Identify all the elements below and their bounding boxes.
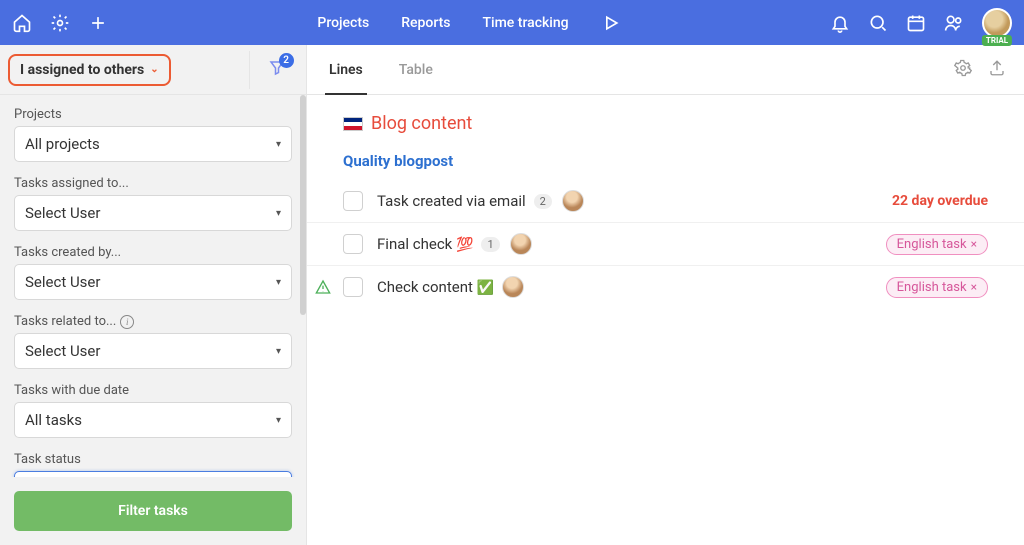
chevron-down-icon: ⌄ <box>150 64 158 75</box>
task-tag[interactable]: English task× <box>886 277 988 298</box>
field-label: Tasks created by... <box>14 245 292 260</box>
filter-scope-dropdown[interactable]: I assigned to others ⌄ <box>8 54 171 86</box>
task-row[interactable]: Task created via email 2 22 day overdue <box>307 180 1024 223</box>
play-icon[interactable] <box>601 13 621 33</box>
warning-icon <box>315 279 331 295</box>
emoji-icon: ✅ <box>477 280 494 296</box>
field-label: Projects <box>14 107 292 122</box>
tabs-row: Lines Table <box>307 45 1024 95</box>
related-to-select[interactable]: Select User▾ <box>14 333 292 369</box>
project-name: Blog content <box>371 113 472 134</box>
task-count-badge: 2 <box>534 194 552 209</box>
assigned-to-select[interactable]: Select User▾ <box>14 195 292 231</box>
search-icon[interactable] <box>868 13 888 33</box>
created-by-select[interactable]: Select User▾ <box>14 264 292 300</box>
emoji-icon: 💯 <box>456 237 473 253</box>
tab-lines[interactable]: Lines <box>325 45 367 94</box>
field-label: Tasks with due date <box>14 383 292 398</box>
caret-icon: ▾ <box>276 139 281 150</box>
users-icon[interactable] <box>944 13 964 33</box>
caret-icon: ▾ <box>276 208 281 219</box>
task-name: Task created via email <box>377 192 526 210</box>
filter-tasks-button[interactable]: Filter tasks <box>14 491 292 531</box>
task-row[interactable]: Final check 💯 1 English task× <box>307 223 1024 266</box>
field-label: Tasks related to...i <box>14 314 292 329</box>
main-panel: Lines Table Blog content Quality blogpos… <box>307 45 1024 545</box>
nav-projects[interactable]: Projects <box>317 15 369 31</box>
caret-icon: ▾ <box>276 277 281 288</box>
filter-scope-label: I assigned to others <box>20 62 144 78</box>
nav-time-tracking[interactable]: Time tracking <box>483 15 569 31</box>
user-avatar[interactable]: TRIAL <box>982 8 1012 38</box>
task-tag[interactable]: English task× <box>886 234 988 255</box>
task-count-badge: 1 <box>481 237 499 252</box>
filter-count-badge: 2 <box>279 53 294 68</box>
task-name: Final check 💯 <box>377 235 473 253</box>
due-date-select[interactable]: All tasks▾ <box>14 402 292 438</box>
divider <box>249 51 250 89</box>
assignee-avatar[interactable] <box>502 276 524 298</box>
flag-icon <box>343 117 363 131</box>
export-icon[interactable] <box>988 59 1006 81</box>
assignee-avatar[interactable] <box>562 190 584 212</box>
project-title[interactable]: Blog content <box>343 113 988 134</box>
task-name: Check content ✅ <box>377 278 494 296</box>
group-title[interactable]: Quality blogpost <box>343 152 988 170</box>
calendar-icon[interactable] <box>906 13 926 33</box>
field-label: Tasks assigned to... <box>14 176 292 191</box>
top-bar: Projects Reports Time tracking TRIAL <box>0 0 1024 45</box>
task-checkbox[interactable] <box>343 191 363 211</box>
settings-icon[interactable] <box>954 59 972 81</box>
projects-select[interactable]: All projects▾ <box>14 126 292 162</box>
task-checkbox[interactable] <box>343 234 363 254</box>
task-status-select[interactable]: Incomplete tasks▾ <box>14 471 292 477</box>
home-icon[interactable] <box>12 13 32 33</box>
task-checkbox[interactable] <box>343 277 363 297</box>
gear-icon[interactable] <box>50 13 70 33</box>
filter-sidebar: I assigned to others ⌄ 2 Projects All pr… <box>0 45 307 545</box>
caret-icon: ▾ <box>276 415 281 426</box>
assignee-avatar[interactable] <box>510 233 532 255</box>
trial-badge: TRIAL <box>982 35 1012 46</box>
field-label: Task status <box>14 452 292 467</box>
nav-reports[interactable]: Reports <box>401 15 450 31</box>
remove-tag-icon[interactable]: × <box>971 280 977 294</box>
plus-icon[interactable] <box>88 13 108 33</box>
avatar <box>982 8 1012 38</box>
info-icon[interactable]: i <box>120 315 134 329</box>
tab-table[interactable]: Table <box>395 45 437 94</box>
remove-tag-icon[interactable]: × <box>971 237 977 251</box>
task-row[interactable]: Check content ✅ English task× <box>307 266 1024 308</box>
filter-funnel-button[interactable]: 2 <box>268 59 286 81</box>
overdue-label: 22 day overdue <box>892 193 988 209</box>
filter-bar: I assigned to others ⌄ 2 <box>0 45 306 95</box>
bell-icon[interactable] <box>830 13 850 33</box>
caret-icon: ▾ <box>276 346 281 357</box>
scrollbar[interactable] <box>300 95 306 315</box>
